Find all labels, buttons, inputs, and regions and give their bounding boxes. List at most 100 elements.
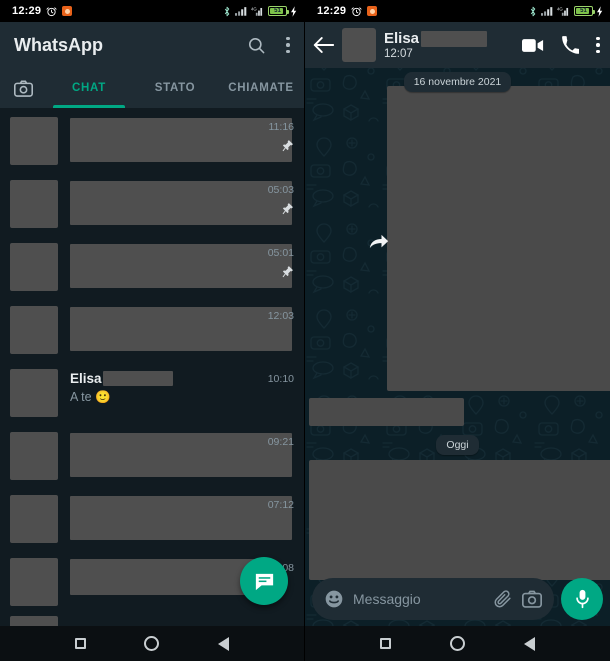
chat-timestamp: 09:21 bbox=[267, 436, 294, 448]
chat-row-body bbox=[70, 432, 292, 477]
attachment-icon[interactable] bbox=[494, 589, 513, 609]
chat-wallpaper: 16 novembre 2021 Oggi bbox=[305, 68, 610, 626]
chat-timestamp: 05:03 bbox=[267, 184, 294, 196]
table-row[interactable] bbox=[0, 612, 304, 626]
chat-timestamp: 11:16 bbox=[268, 121, 295, 133]
chat-row-meta: 09:21 bbox=[268, 436, 294, 448]
chat-row-meta: 07:12 bbox=[268, 499, 294, 511]
pin-icon bbox=[282, 203, 293, 215]
chat-timestamp: 12:03 bbox=[267, 310, 294, 322]
chat-preview-text: A te 🙂 bbox=[70, 390, 111, 404]
pin-icon bbox=[282, 140, 293, 152]
back-arrow-icon[interactable] bbox=[313, 36, 334, 54]
video-call-icon[interactable] bbox=[522, 38, 544, 53]
camera-icon bbox=[13, 80, 33, 97]
app-notification-icon bbox=[367, 6, 378, 16]
home-circle-icon[interactable] bbox=[144, 636, 160, 651]
redacted-content bbox=[70, 496, 292, 540]
search-icon[interactable] bbox=[247, 36, 266, 55]
tab-stato[interactable]: STATO bbox=[132, 68, 218, 108]
signal-2-icon: 4G bbox=[251, 7, 263, 16]
chat-row-body bbox=[70, 306, 292, 351]
status-bar-right-group: 4G 51 bbox=[529, 5, 603, 17]
back-triangle-icon[interactable] bbox=[217, 636, 229, 651]
redacted-content bbox=[70, 307, 292, 351]
bluetooth-icon bbox=[224, 6, 230, 16]
chat-list[interactable]: 11:16 05:03 05:01 12:03 Elisa A te 🙂 10:… bbox=[0, 108, 304, 626]
tab-chat[interactable]: CHAT bbox=[46, 68, 132, 108]
app-bar-actions bbox=[247, 36, 290, 55]
date-chip-label: 16 novembre 2021 bbox=[403, 72, 512, 92]
message-scroll-area[interactable]: 16 novembre 2021 Oggi bbox=[305, 68, 610, 626]
chat-contact-name: Elisa bbox=[70, 371, 102, 386]
more-options-icon[interactable] bbox=[596, 36, 600, 54]
redacted-surname bbox=[102, 371, 173, 386]
redacted-content bbox=[70, 433, 292, 477]
status-bar-left-group: 12:29 bbox=[317, 5, 378, 17]
tab-camera[interactable] bbox=[0, 68, 46, 108]
svg-text:4G: 4G bbox=[251, 7, 257, 12]
back-triangle-icon[interactable] bbox=[523, 636, 535, 651]
new-chat-icon bbox=[255, 573, 273, 590]
message-composer: Messaggio bbox=[305, 572, 610, 626]
table-row[interactable]: Elisa A te 🙂 10:10 bbox=[0, 360, 304, 423]
contact-status: 12:07 bbox=[384, 48, 413, 60]
svg-text:4G: 4G bbox=[557, 7, 563, 12]
recents-square-icon[interactable] bbox=[75, 638, 87, 649]
status-bar-right: 12:29 4G 51 bbox=[305, 0, 610, 22]
date-chip-label: Oggi bbox=[436, 435, 479, 455]
redacted-content bbox=[70, 181, 292, 225]
table-row[interactable]: 11:16 bbox=[0, 108, 304, 171]
date-separator: 16 novembre 2021 bbox=[305, 68, 610, 92]
redacted-message-bubble[interactable] bbox=[387, 86, 610, 391]
camera-icon[interactable] bbox=[522, 590, 542, 608]
app-title: WhatsApp bbox=[14, 34, 103, 55]
table-row[interactable]: 05:01 bbox=[0, 234, 304, 297]
charging-bolt-icon bbox=[291, 5, 297, 17]
recents-square-icon[interactable] bbox=[380, 638, 392, 649]
whatsapp-app-bar: WhatsApp bbox=[0, 22, 304, 68]
chat-name-line: Elisa bbox=[70, 370, 292, 387]
forward-arrow-icon bbox=[369, 234, 389, 249]
message-input-pill[interactable]: Messaggio bbox=[312, 578, 554, 620]
table-row[interactable]: 05:03 bbox=[0, 171, 304, 234]
table-row[interactable]: 07:12 bbox=[0, 486, 304, 549]
chat-row-body bbox=[70, 117, 292, 162]
message-input[interactable]: Messaggio bbox=[353, 591, 485, 607]
dual-screenshot-container: 12:29 4G 51 WhatsApp CHAT STATO CHIAMATE… bbox=[0, 0, 610, 661]
chat-row-meta: 05:01 bbox=[268, 247, 294, 278]
tab-bar: CHAT STATO CHIAMATE bbox=[0, 68, 304, 108]
avatar bbox=[10, 180, 58, 228]
redacted-content bbox=[70, 118, 292, 162]
tab-chiamate[interactable]: CHIAMATE bbox=[218, 68, 304, 108]
battery-level-label: 51 bbox=[274, 8, 281, 14]
table-row[interactable]: 09:21 bbox=[0, 423, 304, 486]
more-options-icon[interactable] bbox=[286, 36, 290, 54]
left-phone-screen: 12:29 4G 51 WhatsApp CHAT STATO CHIAMATE… bbox=[0, 0, 305, 661]
chat-row-meta: 11:16 bbox=[268, 121, 295, 152]
right-phone-screen: 12:29 4G 51 Elisa 12:07 16 novembre 2021… bbox=[305, 0, 610, 661]
home-circle-icon[interactable] bbox=[449, 636, 465, 651]
redacted-message-bubble[interactable] bbox=[309, 398, 464, 426]
avatar bbox=[10, 495, 58, 543]
chat-row-meta: 12:03 bbox=[268, 310, 294, 322]
table-row[interactable]: 12:03 bbox=[0, 297, 304, 360]
chat-timestamp: 07:12 bbox=[267, 499, 294, 511]
redacted-content bbox=[70, 559, 261, 595]
avatar bbox=[10, 369, 58, 417]
new-chat-button[interactable] bbox=[240, 557, 288, 605]
status-bar-right-group: 4G 51 bbox=[223, 5, 297, 17]
emoji-icon[interactable] bbox=[324, 589, 344, 609]
chat-timestamp: 10:10 bbox=[267, 373, 294, 385]
voice-record-button[interactable] bbox=[561, 578, 603, 620]
signal-icon bbox=[235, 7, 247, 16]
phone-call-icon[interactable] bbox=[561, 36, 579, 54]
redacted-message-bubble[interactable] bbox=[309, 460, 610, 580]
avatar bbox=[10, 558, 58, 606]
conversation-title-block[interactable]: Elisa 12:07 bbox=[384, 30, 514, 60]
avatar bbox=[10, 432, 58, 480]
redacted-content bbox=[70, 244, 292, 288]
android-nav-bar bbox=[0, 626, 304, 661]
avatar[interactable] bbox=[342, 28, 376, 62]
status-bar-left-group: 12:29 bbox=[12, 5, 73, 17]
